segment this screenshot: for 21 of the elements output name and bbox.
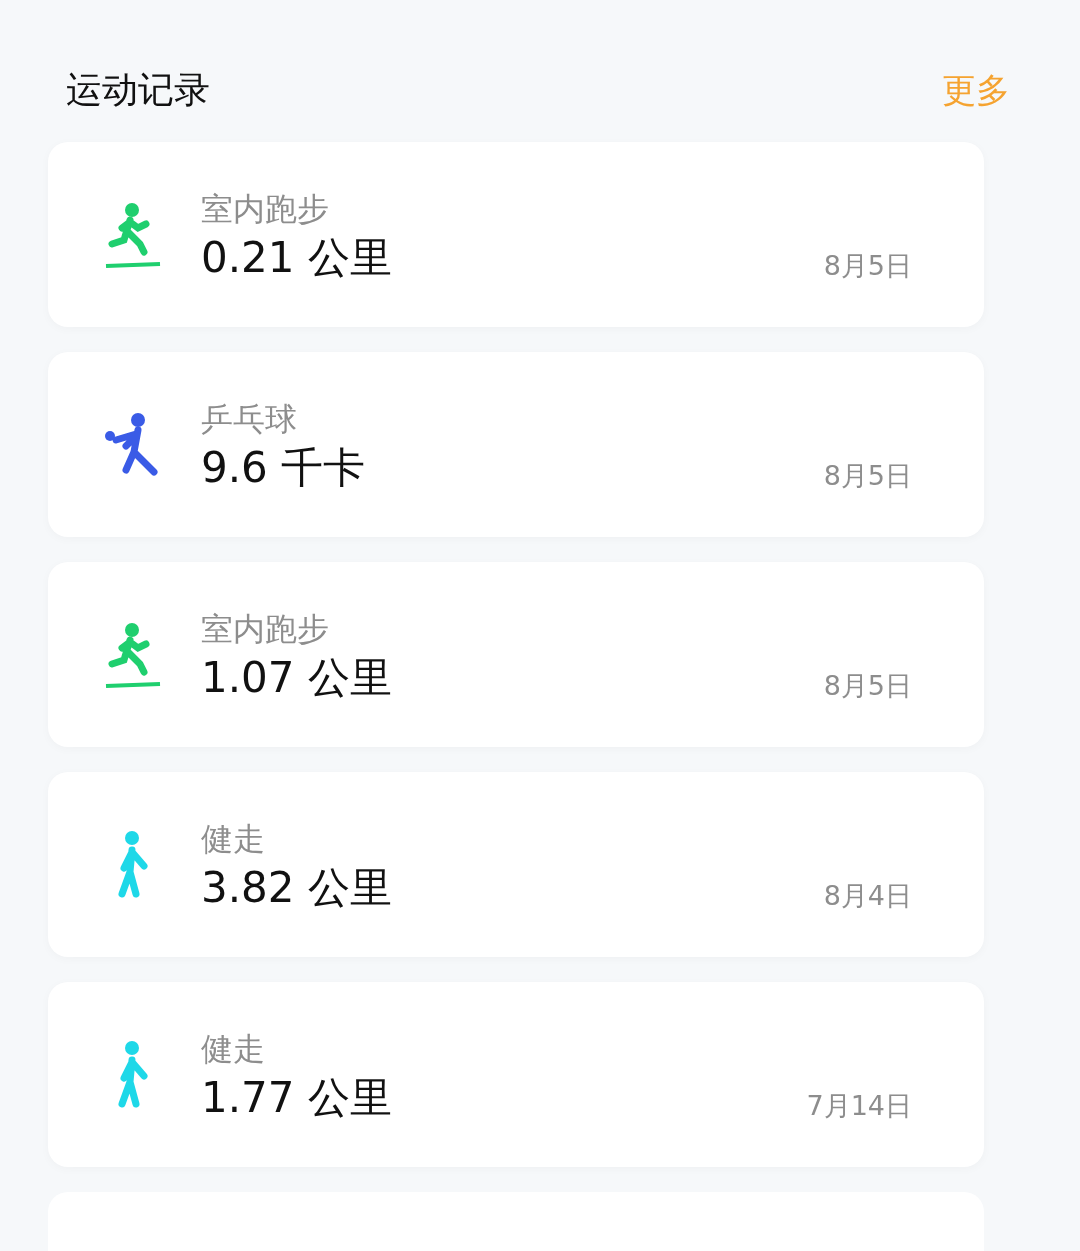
section-title: 运动记录	[66, 72, 210, 108]
activity-value: 1.77 公里	[201, 1076, 393, 1119]
record-card[interactable]: 室内跑步 1.07 公里 8月5日	[48, 562, 984, 747]
activity-value: 0.21 公里	[201, 236, 393, 279]
record-card[interactable]: 乒乓球 9.6 千卡 8月5日	[48, 352, 984, 537]
activity-type: 健走	[201, 822, 266, 855]
activity-value: 9.6 千卡	[201, 446, 367, 489]
activity-value: 3.82 公里	[201, 866, 393, 909]
activity-date: 7月14日	[806, 1092, 912, 1119]
activity-value: 1.07 公里	[201, 656, 393, 699]
activity-date: 8月5日	[823, 252, 912, 279]
activity-date: 8月5日	[823, 672, 912, 699]
record-card[interactable]: 健走 3.82 公里 8月4日	[48, 772, 984, 957]
record-card[interactable]: 室内跑步 0.21 公里 8月5日	[48, 142, 984, 327]
activity-type: 健走	[201, 1032, 266, 1065]
activity-date: 8月4日	[823, 882, 912, 909]
activity-type: 室内跑步	[201, 612, 330, 645]
activity-date: 8月5日	[823, 462, 912, 489]
activity-type: 乒乓球	[201, 402, 298, 435]
activity-type: 室内跑步	[201, 192, 330, 225]
record-card[interactable]: 健走 1.77 公里 7月14日	[48, 982, 984, 1167]
